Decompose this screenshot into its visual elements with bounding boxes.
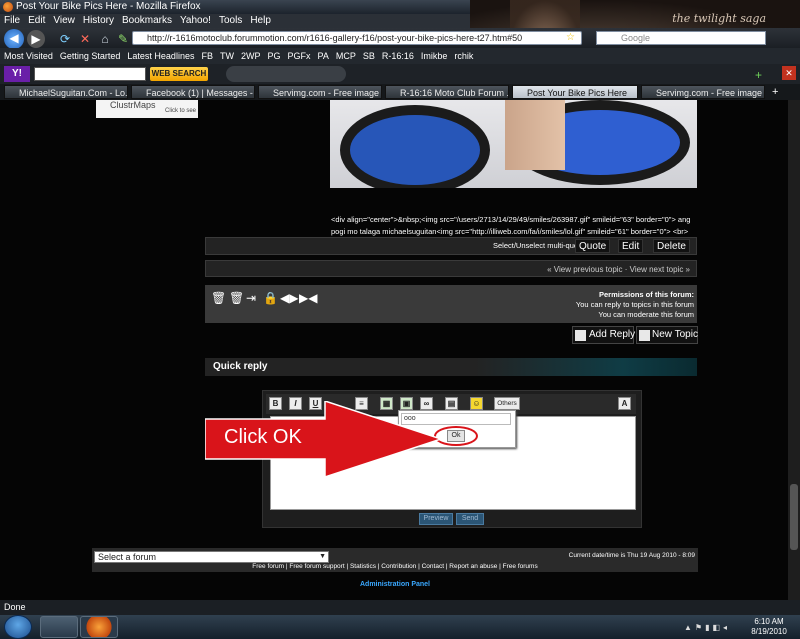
bookmark-item[interactable]: Most Visited [4, 51, 53, 61]
bookmark-item[interactable]: FB [201, 51, 213, 61]
status-bar: Done [0, 600, 800, 615]
yahoo-logo-icon[interactable]: Y! [4, 66, 30, 82]
start-button[interactable] [4, 615, 32, 639]
banner-small-text: the twilight saga [672, 12, 766, 25]
smiley-icon[interactable]: ☺ [470, 397, 483, 410]
menu-edit[interactable]: Edit [24, 15, 49, 26]
close-toolbar-icon[interactable]: ✕ [782, 66, 796, 80]
bike-wheel-image [340, 105, 490, 188]
preview-button[interactable]: Preview [419, 513, 453, 525]
forum-permissions: Permissions of this forum: You can reply… [520, 290, 694, 320]
clustrmaps-label: ClustrMaps [110, 100, 156, 110]
reload-button[interactable]: ⟳ [56, 30, 74, 48]
quick-reply-header: Quick reply [205, 358, 697, 376]
clustrmaps-widget[interactable]: ClustrMaps Click to see [96, 100, 198, 118]
post-bike-image [330, 100, 697, 188]
lock-icon[interactable]: 🔒 [263, 292, 278, 304]
permissions-title: Permissions of this forum: [598, 290, 694, 299]
explorer-taskbar-icon[interactable] [40, 616, 78, 638]
bookmark-item[interactable]: Latest Headlines [127, 51, 194, 61]
star-icon[interactable]: ☆ [566, 32, 575, 43]
send-button[interactable]: Send [456, 513, 484, 525]
search-input[interactable]: Google [596, 31, 766, 45]
add-icon[interactable]: + [755, 68, 762, 82]
tab-r1616-forum[interactable]: R-16:16 Moto Club Forum ... [385, 85, 509, 99]
new-topic-label: New Topic [652, 329, 698, 340]
bookmark-item[interactable]: 2WP [241, 51, 261, 61]
new-tab-icon[interactable]: + [772, 86, 778, 98]
web-search-button[interactable]: WEB SEARCH [150, 67, 208, 81]
admin-panel-link[interactable]: Administration Panel [300, 581, 490, 588]
clock-time: 6:10 AM [754, 617, 784, 626]
menu-history[interactable]: History [79, 15, 118, 26]
vertical-scrollbar[interactable] [788, 100, 800, 600]
clock-date: 8/19/2010 [751, 627, 787, 636]
stop-button[interactable]: ✕ [76, 30, 94, 48]
permission-line: You can reply to topics in this forum [575, 300, 694, 309]
menu-view[interactable]: View [49, 15, 79, 26]
delete-button[interactable]: Delete [653, 239, 690, 253]
bookmarks-toolbar: Most Visited Getting Started Latest Headli… [0, 48, 800, 64]
topic-navigation[interactable]: « View previous topic · View next topic … [205, 260, 697, 277]
system-tray-icons[interactable]: ▲⚑▮◧◂ [684, 623, 738, 632]
windows-taskbar [0, 615, 800, 639]
forward-button[interactable]: ▶ [27, 30, 45, 48]
merge-icon[interactable]: ▶◀ [299, 292, 317, 304]
add-reply-label: Add Reply [589, 329, 636, 340]
bookmark-page-icon[interactable]: ✎ [114, 30, 132, 48]
move-icon[interactable]: ⇥ [246, 292, 258, 304]
chevron-down-icon: ▼ [319, 553, 326, 560]
yahoo-search-input[interactable] [34, 67, 146, 81]
menu-bar: File Edit View History Bookmarks Yahoo! Tools H… [0, 14, 470, 28]
bookmark-item[interactable]: MCP [336, 51, 356, 61]
back-button[interactable]: ◀ [4, 29, 24, 49]
menu-yahoo[interactable]: Yahoo! [176, 15, 215, 26]
bookmark-item[interactable]: rchik [454, 51, 473, 61]
trash-icon[interactable]: 🗑 [211, 292, 226, 304]
menu-file[interactable]: File [0, 15, 24, 26]
current-datetime: Current date/time is Thu 19 Aug 2010 - 8… [568, 552, 695, 559]
scrollbar-thumb[interactable] [790, 484, 798, 550]
table-icon[interactable]: ▤ [445, 397, 458, 410]
url-input[interactable]: http://r-1616motoclub.forummotion.com/r1… [132, 31, 582, 45]
quote-button[interactable]: Quote [575, 239, 611, 253]
menu-help[interactable]: Help [246, 15, 275, 26]
add-reply-icon [575, 330, 586, 341]
tab-post-your-bike-pics[interactable]: Post Your Bike Pics Here [512, 85, 638, 99]
firefox-taskbar-icon[interactable] [80, 616, 118, 638]
annotation-label: Click OK [224, 426, 302, 448]
footer-links[interactable]: Free forum | Free forum support | Statis… [92, 563, 698, 570]
bookmark-item[interactable]: Getting Started [60, 51, 121, 61]
rider-image [505, 100, 565, 170]
edit-button[interactable]: Edit [618, 239, 644, 253]
bookmark-item[interactable]: R-16:16 [382, 51, 414, 61]
tab-servimg-2[interactable]: Servimg.com - Free image ... [641, 85, 765, 99]
bookmark-item[interactable]: SB [363, 51, 375, 61]
multiquote-link[interactable]: Select/Unselect multi-quote [493, 241, 584, 250]
select-forum-dropdown[interactable]: Select a forum ▼ [94, 551, 329, 563]
tab-michaelsuguitan[interactable]: MichaelSuguitan.Com - Lo... [4, 85, 128, 99]
others-button[interactable]: Others [494, 397, 520, 410]
taskbar-clock[interactable]: 6:10 AM 8/19/2010 [740, 617, 798, 637]
yahoo-toolbar-buttons[interactable] [226, 66, 346, 82]
window-title: Post Your Bike Pics Here - Mozilla Firef… [16, 1, 201, 12]
select-forum-value: Select a forum [98, 552, 157, 562]
trash-all-icon[interactable]: 🗑 [229, 292, 244, 304]
clustrmaps-sub: Click to see [164, 108, 196, 114]
permission-line: You can moderate this forum [598, 310, 694, 319]
firefox-icon [3, 2, 13, 12]
bookmark-item[interactable]: TW [220, 51, 234, 61]
bookmark-item[interactable]: PGFx [288, 51, 311, 61]
tab-servimg-1[interactable]: Servimg.com - Free image ... [258, 85, 382, 99]
menu-tools[interactable]: Tools [215, 15, 246, 26]
bookmark-item[interactable]: PG [267, 51, 280, 61]
home-button[interactable]: ⌂ [96, 30, 114, 48]
switch-editor-icon[interactable]: A [618, 397, 631, 410]
split-icon[interactable]: ◀▶ [280, 292, 298, 304]
tab-facebook[interactable]: Facebook (1) | Messages - ... [131, 85, 255, 99]
menu-bookmarks[interactable]: Bookmarks [118, 15, 176, 26]
new-topic-icon [639, 330, 650, 341]
bookmark-item[interactable]: Imikbe [421, 51, 448, 61]
bookmark-item[interactable]: PA [318, 51, 329, 61]
